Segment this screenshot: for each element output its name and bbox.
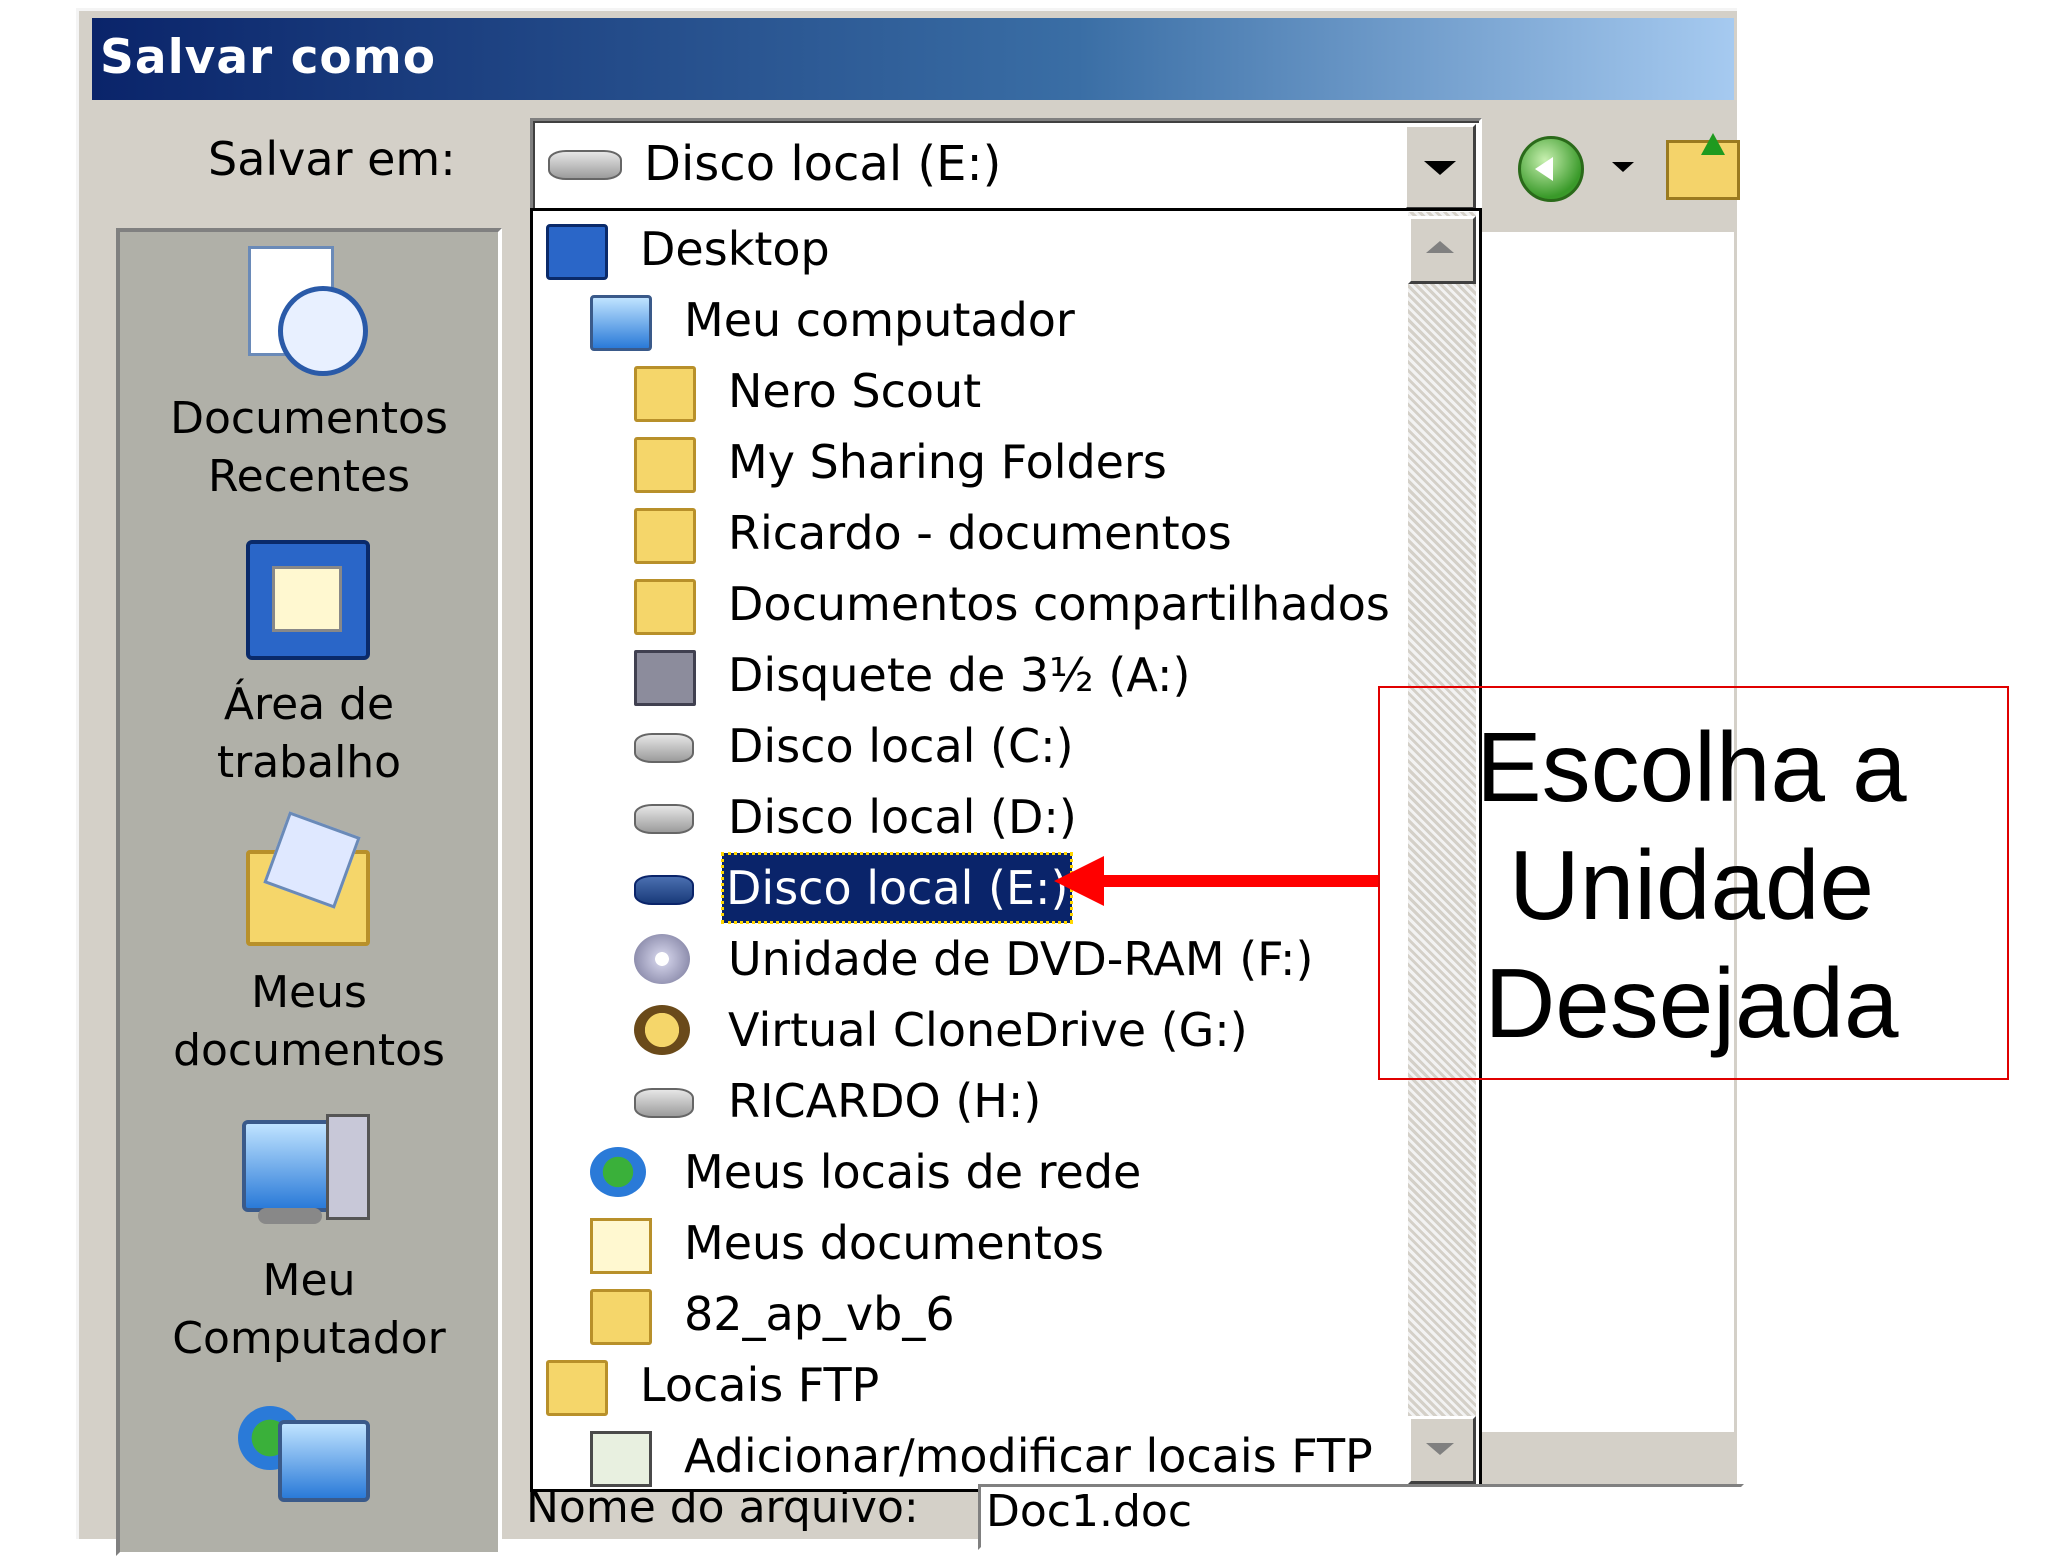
hard-drive-icon <box>634 804 694 834</box>
folder-icon <box>634 579 696 635</box>
item-label: Locais FTP <box>640 1358 880 1412</box>
annotation-arrow-head <box>1054 856 1104 906</box>
filename-label: Nome do arquivo: <box>526 1482 919 1533</box>
item-label: Meus documentos <box>684 1216 1104 1270</box>
sharing-folder-icon <box>634 437 696 493</box>
network-places-icon[interactable] <box>238 1396 370 1516</box>
place-label: Meus <box>251 967 367 1018</box>
dvd-drive-icon <box>634 934 690 984</box>
floppy-drive-icon <box>634 650 696 706</box>
clonedrive-icon <box>634 1005 690 1055</box>
place-label: Recentes <box>207 451 411 502</box>
item-label: Disco local (C:) <box>728 719 1074 773</box>
item-label: Disco local (D:) <box>728 790 1077 844</box>
place-desktop[interactable]: Área de trabalho <box>120 676 498 792</box>
item-label: RICARDO (H:) <box>728 1074 1042 1128</box>
item-label: 82_ap_vb_6 <box>684 1287 955 1341</box>
nero-scout-icon <box>634 366 696 422</box>
hard-drive-icon <box>548 150 622 180</box>
back-history-dropdown-icon[interactable] <box>1612 162 1634 172</box>
folder-icon <box>546 1360 608 1416</box>
my-computer-icon <box>238 1110 370 1230</box>
item-label: Disco local (E:) <box>720 852 1074 924</box>
filename-value: Doc1.doc <box>986 1486 1193 1537</box>
callout-line: Escolha a <box>1476 712 1907 822</box>
desktop-icon <box>238 534 370 660</box>
place-label: Meu <box>262 1255 356 1306</box>
recent-documents-icon <box>238 246 368 376</box>
annotation-arrow-line <box>1098 875 1380 887</box>
callout-line: Unidade <box>1508 830 1875 940</box>
place-label: documentos <box>173 1025 445 1076</box>
removable-drive-icon <box>634 1088 694 1118</box>
item-label: Disquete de 3½ (A:) <box>728 648 1191 702</box>
network-icon <box>590 1147 646 1197</box>
place-label: Computador <box>172 1313 446 1364</box>
computer-icon <box>590 295 652 351</box>
item-label: Meu computador <box>684 293 1075 347</box>
arrow-up-icon <box>1426 241 1454 253</box>
item-label: My Sharing Folders <box>728 435 1167 489</box>
back-icon[interactable] <box>1518 136 1584 202</box>
place-recent-documents[interactable]: Documentos Recentes <box>120 390 498 506</box>
scroll-down-button[interactable] <box>1408 1416 1476 1484</box>
window-title: Salvar como <box>100 30 436 85</box>
item-label: Meus locais de rede <box>684 1145 1142 1199</box>
item-label: Virtual CloneDrive (G:) <box>728 1003 1248 1057</box>
item-label: Adicionar/modificar locais FTP <box>684 1429 1373 1483</box>
hard-drive-icon <box>634 733 694 763</box>
desktop-icon <box>546 224 608 280</box>
annotation-callout-text: Escolha a Unidade Desejada <box>1378 708 2005 1062</box>
my-documents-icon <box>590 1218 652 1274</box>
place-label: trabalho <box>216 737 402 788</box>
up-folder-icon[interactable] <box>1666 133 1740 200</box>
location-value: Disco local (E:) <box>644 136 1002 192</box>
item-label: Nero Scout <box>728 364 982 418</box>
folder-icon <box>590 1289 652 1345</box>
item-label: Documentos compartilhados <box>728 577 1390 631</box>
place-my-computer[interactable]: Meu Computador <box>120 1252 498 1368</box>
folder-icon <box>634 508 696 564</box>
places-bar: Documentos Recentes Área de trabalho Meu… <box>116 228 502 1556</box>
chevron-down-icon <box>1424 161 1456 175</box>
place-label: Área de <box>223 679 395 730</box>
item-label: Ricardo - documentos <box>728 506 1232 560</box>
ftp-icon <box>590 1431 652 1487</box>
place-my-documents[interactable]: Meus documentos <box>120 964 498 1080</box>
save-in-label: Salvar em: <box>208 132 456 186</box>
location-dropdown-button[interactable] <box>1404 124 1476 210</box>
arrow-down-icon <box>1426 1443 1454 1455</box>
my-documents-icon <box>238 811 370 946</box>
item-label: Unidade de DVD-RAM (F:) <box>728 932 1314 986</box>
scroll-up-button[interactable] <box>1408 216 1476 284</box>
hard-drive-icon <box>634 875 694 905</box>
item-label: Desktop <box>640 222 830 276</box>
callout-line: Desejada <box>1484 948 1899 1058</box>
place-label: Documentos <box>170 393 448 444</box>
